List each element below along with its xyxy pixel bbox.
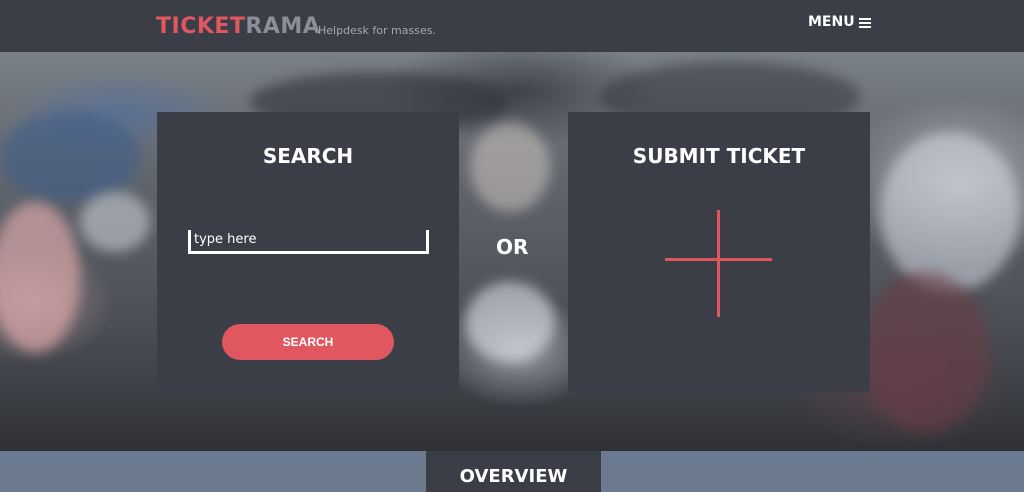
search-button[interactable]: SEARCH bbox=[222, 324, 394, 360]
search-field[interactable] bbox=[188, 230, 429, 254]
hamburger-icon bbox=[858, 17, 871, 28]
submit-ticket-panel[interactable]: SUBMIT TICKET bbox=[568, 112, 870, 392]
plus-icon[interactable] bbox=[665, 210, 772, 317]
or-separator: OR bbox=[496, 235, 529, 259]
menu-button[interactable]: MENU bbox=[808, 14, 871, 30]
search-panel: SEARCH SEARCH bbox=[157, 112, 459, 391]
logo-part-rama: RAMA bbox=[245, 14, 321, 39]
search-input[interactable] bbox=[194, 230, 422, 248]
search-title: SEARCH bbox=[262, 144, 354, 168]
tagline: Helpdesk for masses. bbox=[318, 24, 436, 37]
logo-part-ticket: TICKET bbox=[156, 14, 246, 39]
submit-ticket-title: SUBMIT TICKET bbox=[632, 144, 806, 168]
site-header: TICKETRAMA Helpdesk for masses. MENU bbox=[0, 0, 1024, 52]
overview-tab[interactable]: OVERVIEW bbox=[426, 451, 601, 492]
menu-label: MENU bbox=[808, 14, 855, 30]
logo[interactable]: TICKETRAMA bbox=[156, 14, 320, 39]
